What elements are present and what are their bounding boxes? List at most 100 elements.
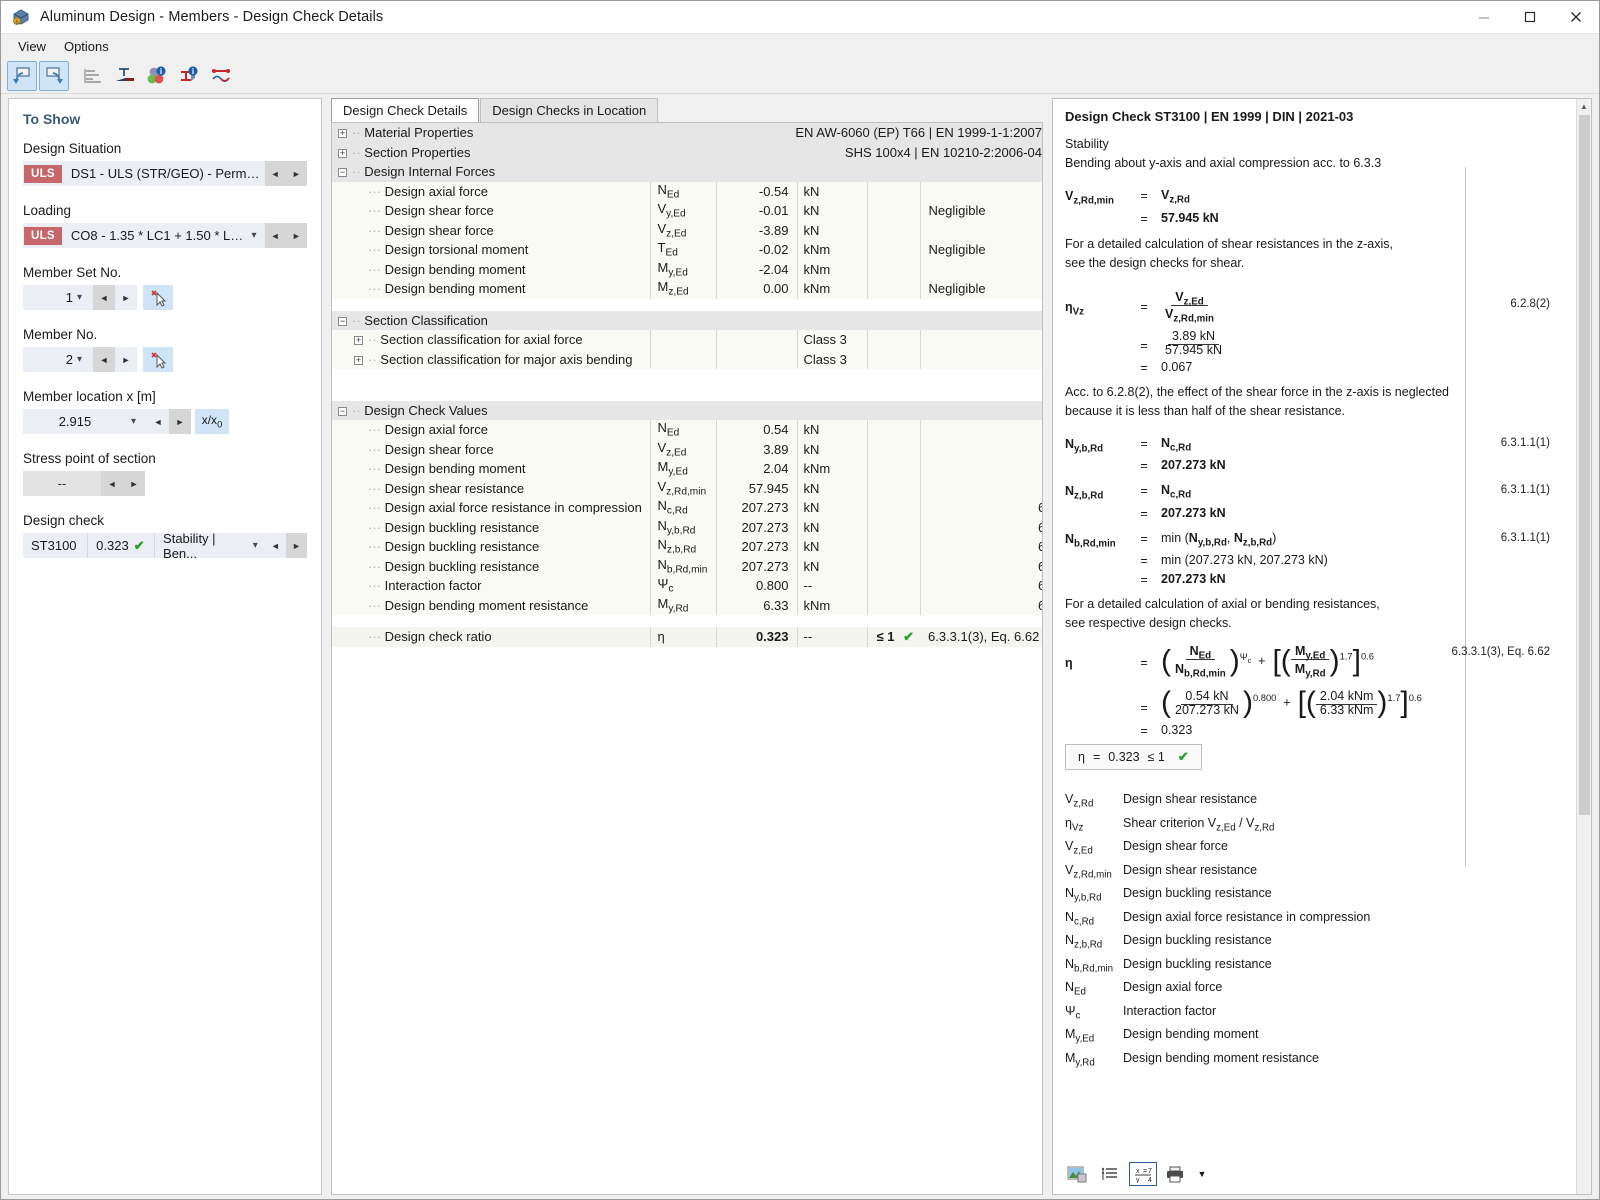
row-value: -2.04 bbox=[715, 259, 797, 279]
expander-icon[interactable]: + bbox=[354, 355, 363, 365]
scroll-thumb[interactable] bbox=[1578, 115, 1590, 815]
menu-options[interactable]: Options bbox=[55, 36, 118, 57]
table-row[interactable]: ··· Design shear force Vz,Ed 3.89 kN bbox=[332, 439, 1042, 459]
relative-location-button[interactable]: x/x0 bbox=[195, 409, 229, 434]
member-set-prev-button[interactable]: ◄ bbox=[93, 285, 115, 310]
table-row[interactable]: + ·· Section classification for major axi… bbox=[332, 349, 1042, 369]
expander-icon[interactable]: − bbox=[338, 168, 347, 178]
legend-symbol: Nb,Rd,min bbox=[1065, 956, 1114, 975]
legend-description: Interaction factor bbox=[1123, 1003, 1217, 1018]
member-location-next-button[interactable]: ► bbox=[169, 409, 191, 434]
select-member-icon[interactable] bbox=[143, 347, 173, 372]
row-value: -0.01 bbox=[715, 201, 797, 221]
member-location-prev-button[interactable]: ◄ bbox=[147, 409, 169, 434]
table-row[interactable]: ··· Design buckling resistance Nz,b,Rd 207… bbox=[332, 537, 1042, 557]
design-situation-combo[interactable]: ULS DS1 - ULS (STR/GEO) - Permane... bbox=[23, 161, 265, 186]
design-situation-value: DS1 - ULS (STR/GEO) - Permane... bbox=[70, 166, 264, 181]
table-row[interactable]: ··· Design bending moment My,Ed 2.04 kNm bbox=[332, 459, 1042, 479]
expander-icon[interactable]: + bbox=[338, 148, 347, 158]
list-view-icon[interactable] bbox=[1096, 1162, 1124, 1186]
next-view-icon[interactable] bbox=[39, 60, 69, 91]
member-no-next-button[interactable]: ► bbox=[115, 347, 137, 372]
chevron-down-icon[interactable]: ▾ bbox=[249, 540, 265, 551]
table-row[interactable]: ··· Interaction factorΨc0.800-- 6.3.3.1(3… bbox=[332, 576, 1042, 596]
design-check-prev-button[interactable]: ◄ bbox=[264, 533, 286, 558]
member-no-label: Member No. bbox=[23, 327, 98, 342]
result-list-icon[interactable] bbox=[78, 61, 108, 91]
loading-next-button[interactable]: ► bbox=[285, 223, 307, 248]
stress-point-next-button[interactable]: ► bbox=[123, 471, 145, 496]
design-check-ratio-row[interactable]: ··· Design check ratio η 0.323 -- ≤ 1 ✔ 6.3.3… bbox=[332, 627, 1042, 647]
expander-icon[interactable]: + bbox=[354, 336, 363, 346]
table-row[interactable]: ··· Design buckling resistance Ny,b,Rd 207… bbox=[332, 517, 1042, 537]
chevron-down-icon[interactable]: ▾ bbox=[247, 230, 263, 241]
table-row[interactable]: ··· Design bending moment Mz,Ed 0.00 kNm Neg… bbox=[332, 279, 1042, 299]
row-symbol: My,Rd bbox=[649, 595, 716, 615]
row-note bbox=[919, 181, 1030, 201]
design-check-next-button[interactable]: ► bbox=[285, 533, 307, 558]
table-group-row[interactable]: − ·· Design Check Values bbox=[332, 400, 1042, 420]
table-row[interactable]: ··· Design shear force Vz,Ed -3.89 kN bbox=[332, 220, 1042, 240]
table-row[interactable]: ··· Design shear force Vy,Ed -0.01 kN Neglig… bbox=[332, 201, 1042, 221]
design-situation-prev-button[interactable]: ◄ bbox=[264, 161, 286, 186]
row-value: 57.945 bbox=[715, 478, 797, 498]
row-note bbox=[919, 537, 1030, 557]
close-button[interactable] bbox=[1553, 1, 1599, 34]
row-unit: kN bbox=[796, 181, 867, 201]
chevron-down-icon[interactable]: ▾ bbox=[73, 354, 89, 365]
expander-icon[interactable]: − bbox=[338, 316, 347, 326]
table-row[interactable]: ··· Design bending moment My,Ed -2.04 kNm bbox=[332, 259, 1042, 279]
color-info-icon[interactable]: i bbox=[142, 61, 172, 91]
section-dimension-icon[interactable] bbox=[110, 61, 140, 91]
stress-point-combo[interactable]: -- bbox=[23, 471, 101, 496]
table-row[interactable]: ··· Design buckling resistance Nb,Rd,min 2… bbox=[332, 556, 1042, 576]
stress-point-prev-button[interactable]: ◄ bbox=[101, 471, 123, 496]
maximize-button[interactable] bbox=[1507, 1, 1553, 34]
minimize-button[interactable] bbox=[1461, 1, 1507, 34]
formula-scrollbar[interactable]: ▲ bbox=[1576, 99, 1591, 1194]
main-body: To Show Design Situation ULS DS1 - ULS (… bbox=[1, 94, 1599, 1199]
member-no-prev-button[interactable]: ◄ bbox=[93, 347, 115, 372]
previous-view-icon[interactable] bbox=[7, 60, 37, 91]
profile-info-icon[interactable]: i bbox=[174, 61, 204, 91]
member-set-next-button[interactable]: ► bbox=[115, 285, 137, 310]
formula-values-icon[interactable]: x = 7 y 4 bbox=[1129, 1162, 1157, 1186]
tab-design-checks-in-location[interactable]: Design Checks in Location bbox=[480, 98, 659, 122]
table-row[interactable]: + ·· Section classification for axial for… bbox=[332, 330, 1042, 350]
image-export-icon[interactable] bbox=[1063, 1162, 1091, 1186]
expander-icon[interactable]: − bbox=[338, 406, 347, 416]
table-group-row[interactable]: − ·· Section Classification bbox=[332, 310, 1042, 330]
select-member-set-icon[interactable] bbox=[143, 285, 173, 310]
scroll-up-icon[interactable]: ▲ bbox=[1580, 99, 1588, 114]
menu-view[interactable]: View bbox=[9, 36, 55, 57]
expander-icon[interactable]: + bbox=[338, 129, 347, 139]
chevron-down-icon[interactable]: ▾ bbox=[127, 416, 143, 427]
loading-prev-button[interactable]: ◄ bbox=[264, 223, 286, 248]
design-check-combo[interactable]: ST3100 0.323 ✔ Stability | Ben... ▾ bbox=[23, 531, 265, 561]
member-location-combo[interactable]: 2.915 ▾ bbox=[23, 409, 147, 434]
member-no-combo[interactable]: 2 ▾ bbox=[23, 347, 93, 372]
table-row[interactable]: ··· Design bending moment resistance My,R… bbox=[332, 595, 1042, 615]
table-group-row[interactable]: + ·· Material Properties EN AW-6060 (EP) T… bbox=[332, 123, 1042, 143]
table-group-row[interactable]: − ·· Design Internal Forces bbox=[332, 162, 1042, 182]
table-row[interactable]: ··· Design shear resistance Vz,Rd,min 57.9… bbox=[332, 478, 1042, 498]
tab-design-check-details[interactable]: Design Check Details bbox=[331, 98, 480, 122]
result-diagram-icon[interactable] bbox=[206, 61, 236, 91]
table-group-row[interactable]: + ·· Section Properties SHS 100x4 | EN 102… bbox=[332, 142, 1042, 162]
table-row[interactable]: ··· Design axial force NEd 0.54 kN bbox=[332, 420, 1042, 440]
table-row[interactable]: ··· Design torsional moment TEd -0.02 kNm Ne… bbox=[332, 240, 1042, 260]
legend-row: Nc,Rd Design axial force resistance in co… bbox=[1065, 910, 1564, 934]
chevron-down-icon[interactable]: ▾ bbox=[73, 292, 89, 303]
row-unit: kNm bbox=[796, 279, 867, 299]
table-row[interactable]: ··· Design axial force NEd -0.54 kN bbox=[332, 181, 1042, 201]
group-meta bbox=[650, 400, 1042, 420]
table-row[interactable]: ··· Design axial force resistance in com… bbox=[332, 498, 1042, 518]
member-set-combo[interactable]: 1 ▾ bbox=[23, 285, 93, 310]
row-label: ··· Design buckling resistance bbox=[332, 537, 650, 557]
print-dropdown-icon[interactable]: ▼ bbox=[1195, 1162, 1209, 1186]
design-situation-next-button[interactable]: ► bbox=[285, 161, 307, 186]
print-icon[interactable] bbox=[1162, 1162, 1190, 1186]
row-value: 0.00 bbox=[715, 279, 797, 299]
row-symbol: Mz,Ed bbox=[649, 279, 716, 299]
loading-combo[interactable]: ULS CO8 - 1.35 * LC1 + 1.50 * LC2 ... ▾ bbox=[23, 223, 265, 248]
